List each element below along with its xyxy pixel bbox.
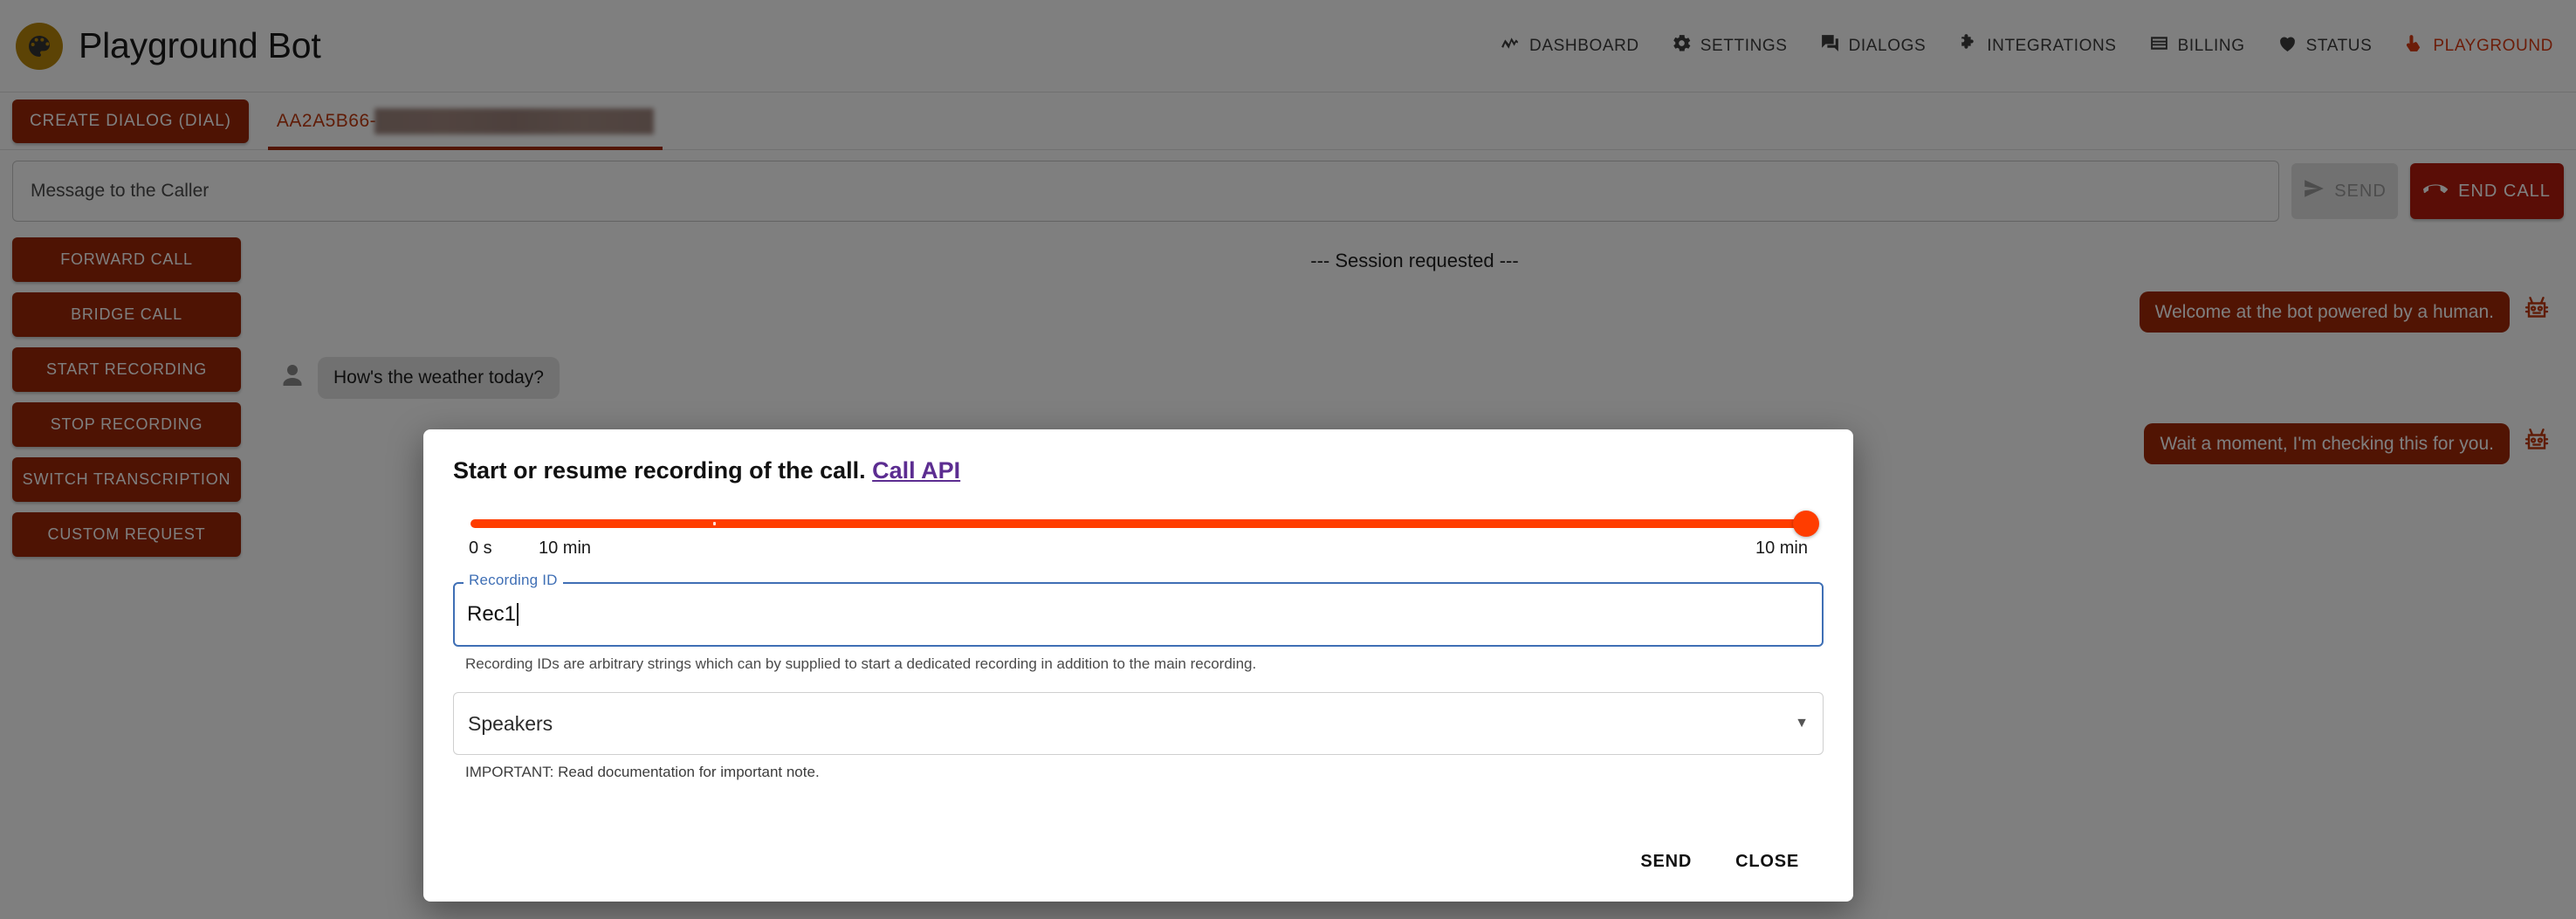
duration-slider-tick <box>713 522 717 525</box>
speakers-select-value: Speakers <box>468 711 553 735</box>
recording-dialog-title: Start or resume recording of the call. C… <box>453 457 1824 484</box>
duration-slider[interactable]: 0 s 10 min 10 min <box>453 511 1824 566</box>
call-api-link[interactable]: Call API <box>872 457 960 484</box>
duration-slider-track[interactable] <box>471 511 1819 537</box>
speakers-important-note: IMPORTANT: Read documentation for import… <box>465 764 820 780</box>
recording-id-helper-text: Recording IDs are arbitrary strings whic… <box>465 655 1257 672</box>
recording-dialog: Start or resume recording of the call. C… <box>423 429 1853 902</box>
chevron-down-icon[interactable]: ▼ <box>1795 717 1809 730</box>
slider-mid-label: 10 min <box>539 538 592 558</box>
recording-id-field: Recording ID Rec1 <box>453 572 1824 647</box>
recording-id-input[interactable]: Rec1 <box>453 582 1824 647</box>
dialog-close-button[interactable]: CLOSE <box>1720 841 1815 882</box>
text-caret <box>517 603 519 626</box>
recording-id-value: Rec1 <box>467 602 517 626</box>
dialog-send-button[interactable]: SEND <box>1625 841 1707 882</box>
slider-max-label: 10 min <box>1755 538 1808 558</box>
recording-dialog-title-text: Start or resume recording of the call. <box>453 457 866 484</box>
duration-slider-labels: 0 s 10 min 10 min <box>469 538 1808 566</box>
duration-slider-thumb[interactable] <box>1793 511 1819 537</box>
recording-id-label: Recording ID <box>464 572 563 589</box>
slider-min-label: 0 s <box>469 538 492 558</box>
recording-dialog-actions: SEND CLOSE <box>453 841 1824 902</box>
speakers-select[interactable]: Speakers ▼ <box>453 692 1824 755</box>
